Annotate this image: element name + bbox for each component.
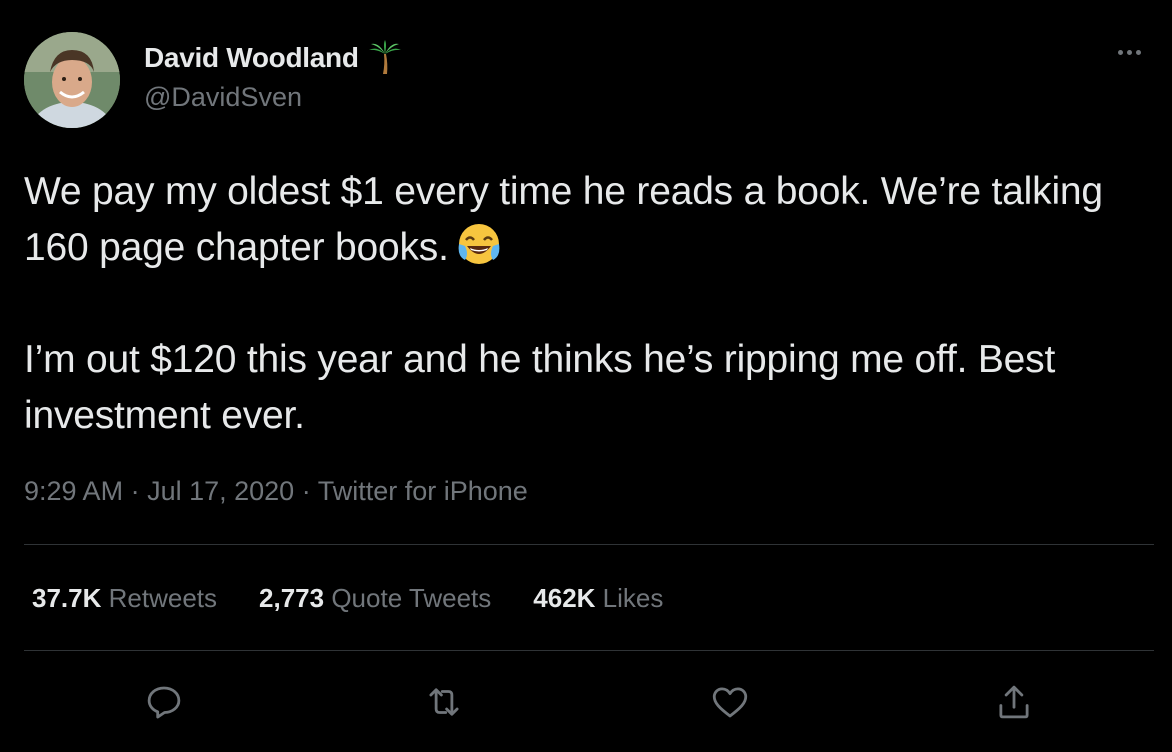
palm-tree-icon: [368, 40, 401, 74]
avatar[interactable]: [24, 32, 120, 128]
reply-button[interactable]: [134, 672, 194, 732]
divider: [24, 544, 1154, 545]
retweet-button[interactable]: [414, 672, 474, 732]
quote-tweets-stat[interactable]: 2,773 Quote Tweets: [259, 583, 491, 614]
heart-icon: [712, 687, 748, 718]
retweets-label: Retweets: [108, 583, 218, 613]
author-handle[interactable]: @DavidSven: [144, 82, 302, 113]
meta-separator: ·: [123, 476, 148, 506]
likes-stat[interactable]: 462K Likes: [533, 583, 663, 614]
share-icon: [999, 685, 1029, 719]
quote-tweets-label: Quote Tweets: [331, 583, 492, 613]
retweets-count: 37.7K: [32, 583, 102, 613]
reply-icon: [147, 686, 181, 719]
likes-count: 462K: [533, 583, 596, 613]
meta-separator: ·: [294, 476, 318, 506]
divider: [24, 650, 1154, 651]
like-button[interactable]: [700, 672, 760, 732]
quote-tweets-count: 2,773: [259, 583, 325, 613]
avatar-photo: [24, 32, 120, 128]
tweet-meta: 9:29 AM · Jul 17, 2020 · Twitter for iPh…: [24, 476, 528, 507]
tweet-paragraph-1: We pay my oldest $1 every time he reads …: [24, 164, 1154, 276]
tweet-text: We pay my oldest $1 every time he reads …: [24, 164, 1154, 444]
face-with-tears-of-joy-icon: [458, 224, 500, 264]
likes-label: Likes: [602, 583, 664, 613]
tweet-source[interactable]: Twitter for iPhone: [318, 476, 528, 506]
engagement-stats: 37.7K Retweets 2,773 Quote Tweets 462K L…: [32, 583, 663, 614]
tweet-paragraph-2: I’m out $120 this year and he thinks he’…: [24, 338, 1056, 437]
tweet-date[interactable]: Jul 17, 2020: [147, 476, 294, 506]
tweet-paragraph-1-text: We pay my oldest $1 every time he reads …: [24, 170, 1103, 269]
more-options-icon[interactable]: [1118, 42, 1152, 62]
action-bar: [0, 672, 1172, 732]
author-name-row[interactable]: David Woodland: [144, 40, 403, 76]
tweet-time[interactable]: 9:29 AM: [24, 476, 123, 506]
author-display-name[interactable]: David Woodland: [144, 42, 359, 74]
share-button[interactable]: [984, 672, 1044, 732]
retweet-icon: [429, 688, 459, 716]
retweets-stat[interactable]: 37.7K Retweets: [32, 583, 217, 614]
